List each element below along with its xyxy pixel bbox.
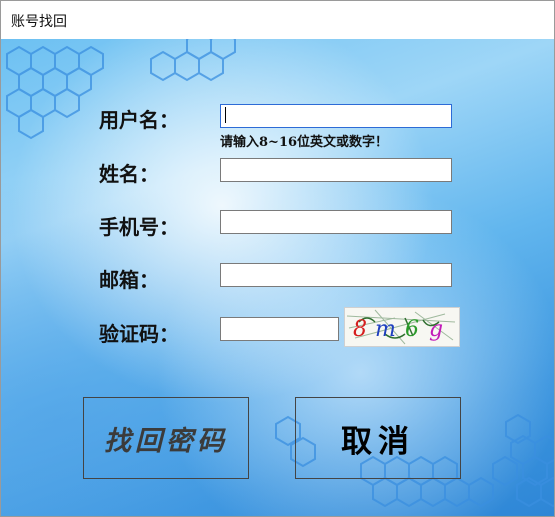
- captcha-image[interactable]: 8 m 6 g: [344, 307, 460, 347]
- captcha-graphic: 8 m 6 g: [346, 309, 456, 345]
- username-hint: 请输入8~16位英文或数字！: [220, 135, 389, 150]
- cancel-button[interactable]: 取消: [295, 397, 461, 479]
- name-label: 姓名：: [99, 162, 159, 186]
- username-label: 用户名：: [99, 108, 179, 132]
- phone-input[interactable]: [220, 210, 452, 234]
- text-caret: [225, 107, 226, 123]
- captcha-char: g: [429, 317, 443, 342]
- captcha-char: 8: [353, 317, 367, 342]
- captcha-char: 6: [405, 317, 419, 342]
- name-input[interactable]: [220, 158, 452, 182]
- captcha-label: 验证码：: [99, 322, 179, 346]
- account-recovery-window: 账号找回 用户名： 请输入8~16位英文或数字！ 姓名： 手机号： 邮箱： 验证…: [0, 0, 555, 517]
- captcha-char: m: [375, 317, 396, 342]
- phone-label: 手机号：: [99, 215, 179, 239]
- form-panel: 用户名： 请输入8~16位英文或数字！ 姓名： 手机号： 邮箱： 验证码： 8 …: [1, 39, 554, 516]
- username-input[interactable]: [220, 104, 452, 128]
- recover-password-button[interactable]: 找回密码: [83, 397, 249, 479]
- captcha-input[interactable]: [220, 317, 339, 341]
- email-label: 邮箱：: [99, 268, 159, 292]
- title-bar: 账号找回: [1, 1, 554, 39]
- window-title: 账号找回: [11, 14, 67, 30]
- email-input[interactable]: [220, 263, 452, 287]
